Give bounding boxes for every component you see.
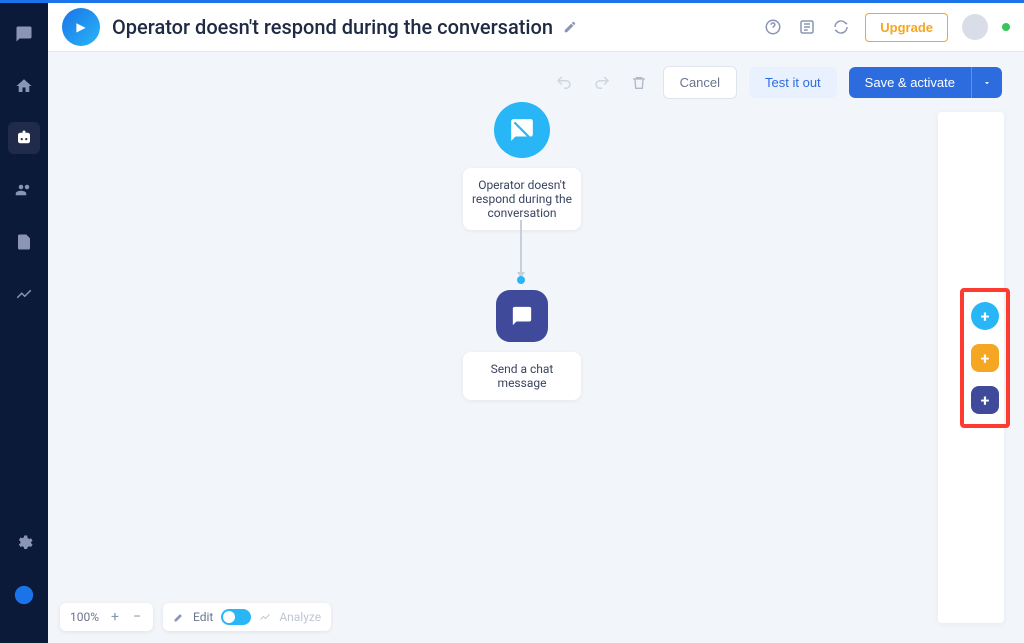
workspace: Cancel Test it out Save & activate Opera… — [48, 52, 1024, 643]
zoom-level: 100% — [70, 610, 99, 624]
mode-toggle[interactable] — [221, 609, 251, 625]
action-node-icon — [496, 290, 548, 342]
connector-line — [520, 220, 522, 272]
refresh-icon[interactable] — [831, 17, 851, 37]
annotation-highlight: + + + — [960, 288, 1010, 428]
sidebar-widget-icon[interactable] — [8, 579, 40, 611]
mode-analyze-label[interactable]: Analyze — [279, 610, 321, 624]
flow-canvas[interactable]: Operator doesn't respond during the conv… — [48, 52, 956, 595]
zoom-in-button[interactable]: + — [109, 609, 121, 625]
avatar[interactable] — [962, 14, 988, 40]
upgrade-button[interactable]: Upgrade — [865, 13, 948, 42]
add-action-button[interactable]: + — [971, 386, 999, 414]
connector-dot[interactable] — [517, 276, 525, 284]
bottom-toolbar: 100% + − Edit Analyze — [60, 603, 331, 631]
main-sidebar — [0, 0, 48, 643]
mode-edit-label[interactable]: Edit — [193, 610, 213, 624]
page-title: Operator doesn't respond during the conv… — [112, 15, 553, 39]
action-node-label: Send a chat message — [463, 352, 581, 400]
sidebar-analytics-icon[interactable] — [8, 278, 40, 310]
sidebar-home-icon[interactable] — [8, 70, 40, 102]
edit-title-icon[interactable] — [563, 20, 577, 34]
edit-pencil-icon — [173, 611, 185, 623]
trigger-node-label: Operator doesn't respond during the conv… — [463, 168, 581, 230]
save-dropdown-button[interactable] — [971, 67, 1002, 98]
zoom-controls: 100% + − — [60, 603, 153, 631]
action-node[interactable]: Send a chat message — [463, 290, 581, 400]
add-trigger-button[interactable]: + — [971, 302, 999, 330]
trigger-node[interactable]: Operator doesn't respond during the conv… — [463, 102, 581, 230]
news-icon[interactable] — [797, 17, 817, 37]
sidebar-chat-icon[interactable] — [8, 18, 40, 50]
header: Operator doesn't respond during the conv… — [48, 0, 1024, 52]
zoom-out-button[interactable]: − — [131, 609, 143, 625]
sidebar-campaigns-icon[interactable] — [8, 226, 40, 258]
status-online-indicator — [1002, 23, 1010, 31]
help-icon[interactable] — [763, 17, 783, 37]
brand-logo[interactable] — [62, 8, 100, 46]
analyze-chart-icon — [259, 611, 271, 623]
top-accent-bar — [0, 0, 1024, 3]
sidebar-contacts-icon[interactable] — [8, 174, 40, 206]
trigger-node-icon — [494, 102, 550, 158]
sidebar-settings-icon[interactable] — [8, 527, 40, 559]
add-condition-button[interactable]: + — [971, 344, 999, 372]
mode-switch: Edit Analyze — [163, 603, 331, 631]
sidebar-bot-icon[interactable] — [8, 122, 40, 154]
